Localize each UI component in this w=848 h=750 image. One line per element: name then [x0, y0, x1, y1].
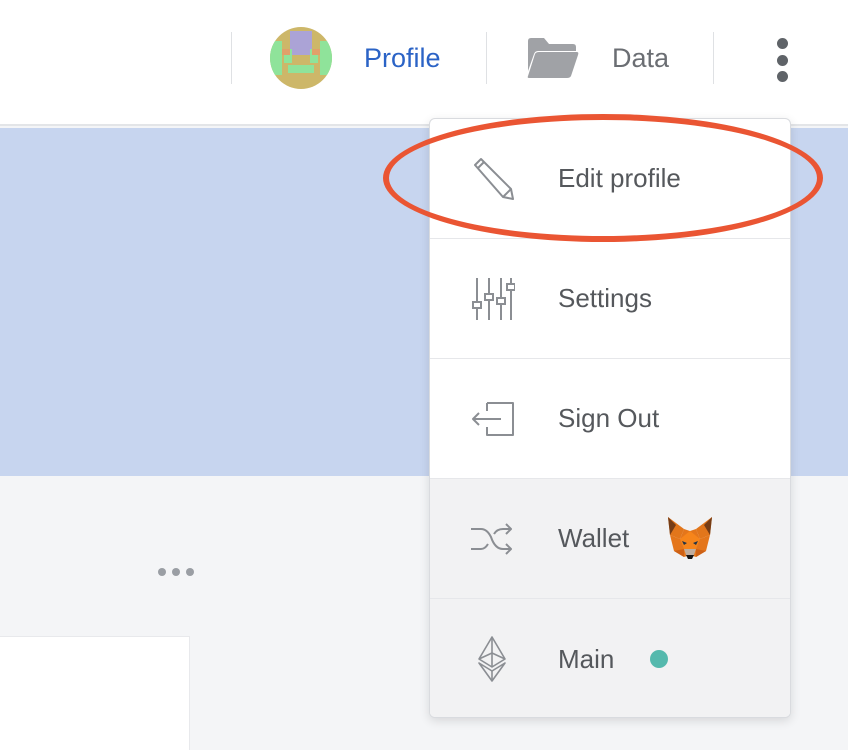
ethereum-icon	[468, 636, 516, 682]
identicon-avatar-icon	[270, 27, 332, 89]
menu-item-network[interactable]: Main	[430, 599, 790, 717]
avatar	[270, 27, 332, 89]
top-bar: Profile Data	[0, 0, 848, 126]
kebab-dot	[776, 38, 788, 49]
more-horizontal-icon[interactable]	[158, 566, 194, 578]
divider	[713, 32, 714, 84]
network-status-dot	[650, 650, 668, 668]
account-dropdown-menu: Edit profile Settings Sign Out Wallet Ma…	[429, 118, 791, 718]
shuffle-icon	[468, 517, 516, 561]
menu-item-label: Main	[558, 643, 615, 674]
sign-out-icon	[468, 397, 516, 441]
menu-item-edit-profile[interactable]: Edit profile	[430, 119, 790, 239]
menu-item-sign-out[interactable]: Sign Out	[430, 359, 790, 479]
sliders-icon	[468, 277, 516, 321]
pencil-icon	[468, 157, 516, 201]
menu-item-label: Wallet	[558, 523, 630, 553]
data-label: Data	[612, 42, 670, 73]
metamask-fox-icon	[666, 515, 714, 561]
menu-item-label: Settings	[558, 283, 652, 313]
menu-item-settings[interactable]: Settings	[430, 239, 790, 359]
divider	[231, 32, 232, 84]
kebab-dot	[776, 71, 788, 82]
profile-label: Profile	[364, 42, 441, 73]
menu-item-wallet[interactable]: Wallet	[430, 479, 790, 599]
content-card	[0, 636, 190, 750]
menu-item-label: Sign Out	[558, 403, 660, 433]
kebab-dot	[776, 54, 788, 66]
profile-link[interactable]: Profile	[270, 26, 441, 90]
divider	[486, 32, 487, 84]
more-options-button[interactable]	[766, 34, 798, 86]
data-link[interactable]: Data	[526, 30, 669, 86]
folder-icon	[527, 38, 579, 78]
menu-item-label: Edit profile	[558, 163, 681, 193]
